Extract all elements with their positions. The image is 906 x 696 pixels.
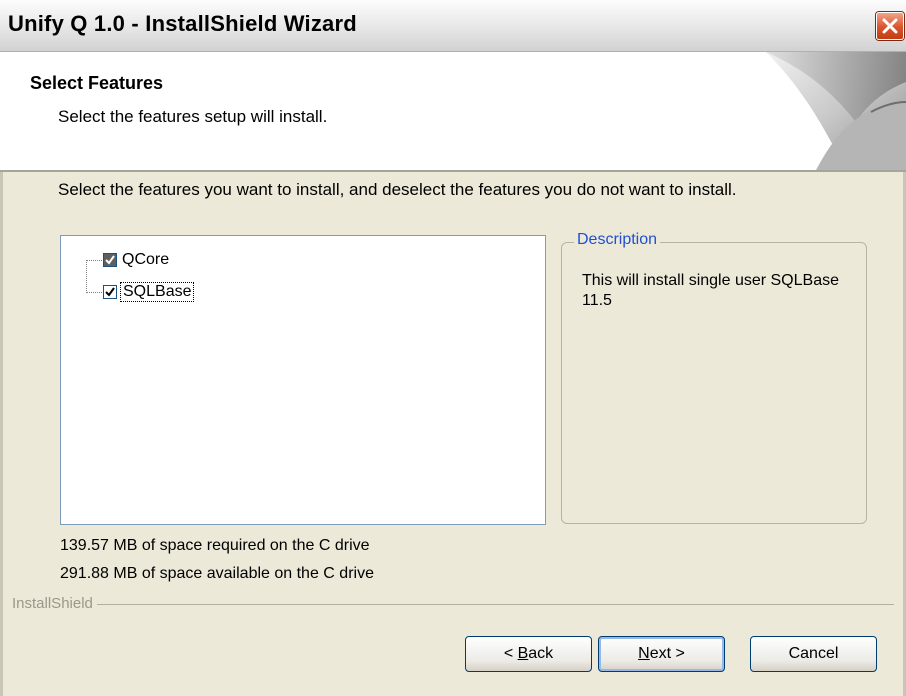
page-curl-graphic (766, 52, 906, 170)
checkbox-checked[interactable] (103, 285, 117, 299)
back-button[interactable]: < Back (465, 636, 592, 672)
feature-tree[interactable]: QCore SQLBase (60, 235, 546, 525)
wizard-header: Select Features Select the features setu… (0, 52, 906, 172)
tree-item-label: SQLBase (120, 282, 195, 302)
description-text: This will install single user SQLBase 11… (582, 272, 839, 309)
tree-connector (86, 292, 102, 293)
tree-connector (86, 260, 102, 261)
instructions-text: Select the features you want to install,… (58, 180, 737, 199)
window-border-left (0, 172, 3, 696)
page-title: Select Features (30, 73, 164, 93)
cancel-button[interactable]: Cancel (750, 636, 877, 672)
page-subtitle: Select the features setup will install. (58, 107, 328, 126)
tree-item-qcore[interactable]: QCore (103, 249, 171, 271)
back-button-prefix: < (503, 645, 518, 662)
description-group: Description This will install single use… (561, 231, 867, 524)
space-available-text: 291.88 MB of space available on the C dr… (60, 565, 374, 582)
description-legend: Description (574, 231, 661, 249)
installshield-brand: InstallShield (12, 595, 97, 612)
tree-item-label: QCore (122, 251, 170, 268)
footer-divider (12, 604, 894, 605)
next-button-rest: ext > (649, 645, 685, 662)
tree-item-sqlbase[interactable]: SQLBase (103, 281, 195, 303)
back-button-accel: B (517, 645, 529, 662)
close-icon (882, 18, 898, 34)
back-button-rest: ack (528, 645, 554, 662)
tree-connector (86, 260, 87, 293)
title-bar: Unify Q 1.0 - InstallShield Wizard (0, 0, 906, 52)
close-button[interactable] (876, 12, 904, 40)
checkbox-partial[interactable] (103, 253, 117, 267)
next-button-accel: N (638, 645, 650, 662)
window-title: Unify Q 1.0 - InstallShield Wizard (8, 11, 357, 36)
next-button[interactable]: Next > (598, 636, 725, 672)
space-required-text: 139.57 MB of space required on the C dri… (60, 537, 370, 554)
